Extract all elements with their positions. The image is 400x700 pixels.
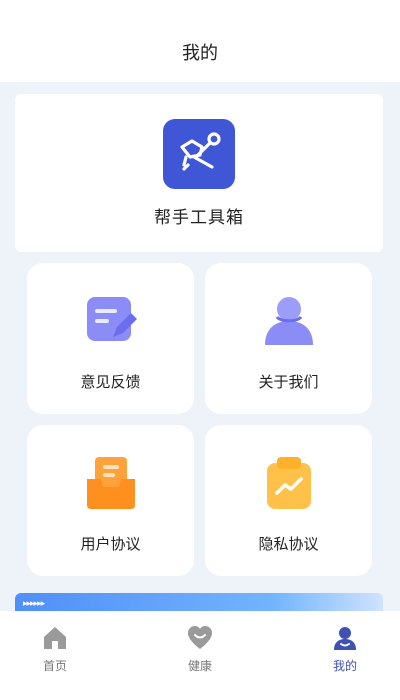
user-agreement-label: 用户协议 [80, 535, 141, 553]
banner-arrows: ▸▸▸▸▸▸ [23, 599, 45, 609]
toolbox-card[interactable]: 帮手工具箱 [15, 94, 383, 252]
privacy-agreement-label: 隐私协议 [258, 535, 319, 553]
bottom-tab-bar: 首页 健康 我的 [0, 611, 400, 700]
profile-icon [332, 625, 358, 651]
feedback-label: 意见反馈 [80, 373, 141, 391]
tab-mine[interactable]: 我的 [290, 611, 400, 700]
page-title: 我的 [182, 43, 218, 64]
tab-home[interactable]: 首页 [0, 611, 110, 700]
top-header: 我的 [0, 0, 400, 82]
user-icon [261, 293, 317, 349]
inbox-document-icon [83, 455, 139, 511]
tab-mine-label: 我的 [332, 659, 357, 673]
about-label: 关于我们 [258, 373, 319, 391]
clipboard-chart-icon [261, 455, 317, 511]
home-icon [42, 625, 68, 651]
profile-page: 我的 帮手工具箱 意见反馈 关于我们 用户协议 隐私协议 ▸▸▸▸▸▸ 首页 健… [0, 0, 400, 700]
feedback-edit-icon [83, 293, 139, 349]
feedback-card[interactable]: 意见反馈 [27, 263, 194, 414]
tab-health[interactable]: 健康 [145, 611, 255, 700]
tab-home-label: 首页 [42, 659, 67, 673]
heart-smile-icon [187, 625, 213, 651]
about-card[interactable]: 关于我们 [205, 263, 372, 414]
toolbox-label: 帮手工具箱 [154, 208, 244, 228]
tab-health-label: 健康 [187, 659, 212, 673]
user-agreement-card[interactable]: 用户协议 [27, 425, 194, 576]
privacy-agreement-card[interactable]: 隐私协议 [205, 425, 372, 576]
wrench-tool-icon [163, 119, 235, 189]
